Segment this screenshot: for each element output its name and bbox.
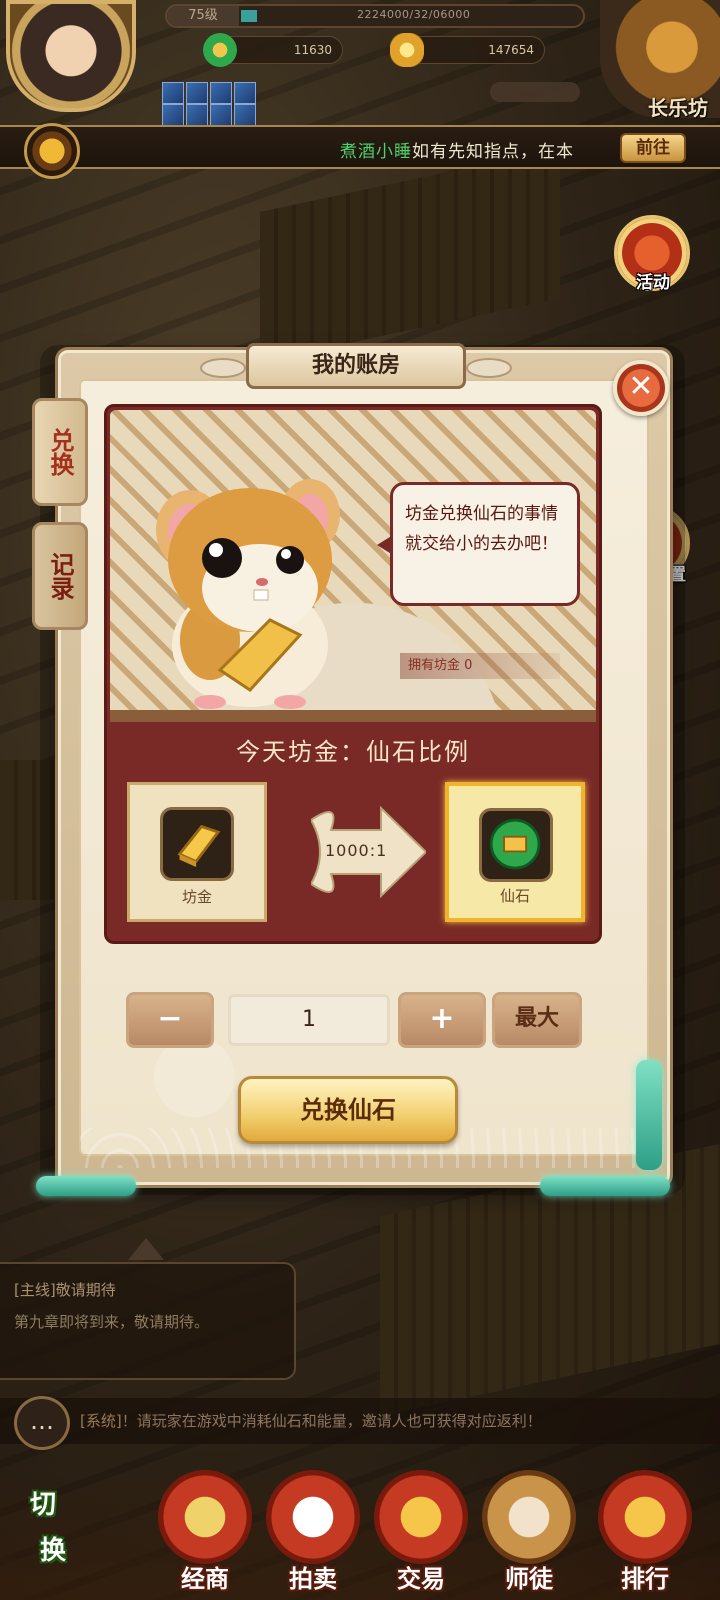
gold-bar-icon-graphic <box>177 824 221 867</box>
exp-fill <box>241 10 257 22</box>
switch-label-top: 切 <box>30 1490 57 1520</box>
broadcast-message: 煮酒小睡如有先知指点，在本 <box>340 137 574 162</box>
player-avatar[interactable] <box>6 0 136 112</box>
max-button[interactable]: 最大 <box>492 992 582 1048</box>
buff-icon <box>234 104 256 126</box>
nav-trade-business[interactable]: 经商 <box>150 1470 260 1596</box>
exchange-button[interactable]: 兑换仙石 <box>238 1076 458 1144</box>
increase-button[interactable]: + <box>398 992 486 1048</box>
horn-icon[interactable] <box>24 123 80 179</box>
buff-icon <box>162 104 184 126</box>
jade-amount: 11630 <box>293 43 332 57</box>
decrease-button[interactable]: − <box>126 992 214 1048</box>
city-name: 长乐坊 <box>648 96 708 120</box>
jade-decoration <box>636 1060 662 1170</box>
title-ornament-left <box>200 358 246 378</box>
buff-icon <box>210 82 232 104</box>
gold-amount: 147654 <box>488 43 534 57</box>
jade-coin-icon <box>479 808 553 882</box>
system-text: ！请玩家在游戏中消耗仙石和能量，邀请人也可获得对应返利！ <box>121 1412 542 1430</box>
banner-illustration: 坊金兑换仙石的事情就交给小的去办吧！ 拥有坊金 0 <box>110 410 596 722</box>
quest-caret <box>128 1238 164 1260</box>
gold-currency[interactable]: 147654 <box>390 33 545 67</box>
gold-ingot-icon <box>390 33 424 67</box>
activity-label: 活动 <box>636 273 670 293</box>
quest-panel[interactable]: [主线]敬请期待 第九章即将到来，敬请期待。 <box>0 1262 296 1380</box>
broadcast-text: 如有先知指点，在本 <box>412 142 574 162</box>
nav-label: 排行 <box>621 1565 669 1593</box>
close-icon: ✕ <box>628 369 654 404</box>
exchange-ratio: 1000:1 <box>325 841 388 860</box>
from-item-card[interactable]: 坊金 <box>127 782 267 922</box>
hud-pill <box>490 82 580 102</box>
nav-auction[interactable]: 拍卖 <box>258 1470 368 1596</box>
jade-decoration <box>36 1176 136 1196</box>
switch-button[interactable]: 切 换 <box>30 1482 90 1582</box>
banner-floor <box>110 710 596 722</box>
shop-icon <box>266 1470 360 1564</box>
gold-bar-icon <box>160 807 234 881</box>
nav-label: 经商 <box>181 1565 229 1593</box>
jade-currency[interactable]: 11630 <box>203 33 343 67</box>
exp-text: 2224000/32/06000 <box>357 8 471 21</box>
jade-coin-icon-graphic <box>489 818 541 870</box>
exp-bar: 75级 2224000/32/06000 <box>165 4 585 28</box>
quest-description: 第九章即将到来，敬请期待。 <box>14 1313 210 1331</box>
buff-icons[interactable] <box>162 104 256 126</box>
close-button[interactable]: ✕ <box>613 360 669 416</box>
buff-icon <box>210 104 232 126</box>
banner-icon <box>598 1470 692 1564</box>
buff-icon <box>234 82 256 104</box>
scroll-icon <box>158 1470 252 1564</box>
exchange-banner: 坊金兑换仙石的事情就交给小的去办吧！ 拥有坊金 0 今天坊金：仙石比例 坊金 1… <box>104 404 602 944</box>
nav-ranking[interactable]: 排行 <box>590 1470 700 1596</box>
nav-exchange[interactable]: 交易 <box>366 1470 476 1596</box>
system-tag: [系统] <box>80 1412 122 1430</box>
level-badge: 75级 <box>167 6 239 26</box>
broadcast-speaker: 煮酒小睡 <box>340 142 412 162</box>
speech-bubble: 坊金兑换仙石的事情就交给小的去办吧！ <box>377 482 580 606</box>
coin-icon <box>374 1470 468 1564</box>
nav-label: 拍卖 <box>289 1565 337 1593</box>
nav-mentor[interactable]: 师徒 <box>474 1470 584 1596</box>
buff-icon <box>186 82 208 104</box>
to-item-card[interactable]: 仙石 <box>445 782 585 922</box>
goto-button[interactable]: 前往 <box>620 133 686 163</box>
quest-title: [主线]敬请期待 <box>14 1281 116 1299</box>
jade-decoration <box>540 1176 670 1196</box>
system-message: [系统]！请玩家在游戏中消耗仙石和能量，邀请人也可获得对应返利！ <box>80 1410 542 1431</box>
buff-icon <box>186 104 208 126</box>
buff-icons[interactable] <box>162 82 256 104</box>
ratio-title: 今天坊金：仙石比例 <box>236 738 470 766</box>
dialog-title: 我的账房 <box>246 343 466 389</box>
jade-coin-icon <box>203 33 237 67</box>
tab-records[interactable]: 记录 <box>32 522 88 630</box>
to-item-name: 仙石 <box>499 887 530 905</box>
quantity-input[interactable]: 1 <box>228 994 390 1046</box>
hamster-mascot-icon <box>156 479 340 709</box>
chat-bubble-icon[interactable]: … <box>14 1396 70 1450</box>
switch-label-bottom: 换 <box>40 1536 67 1566</box>
nav-label: 交易 <box>397 1565 445 1593</box>
owned-gold-label: 拥有坊金 0 <box>400 653 560 679</box>
title-ornament-right <box>466 358 512 378</box>
elder-icon <box>482 1470 576 1564</box>
buff-icon <box>162 82 184 104</box>
tab-exchange[interactable]: 兑换 <box>32 398 88 506</box>
broadcast-bar: 煮酒小睡如有先知指点，在本 前往 <box>0 123 720 179</box>
nav-label: 师徒 <box>505 1565 553 1593</box>
from-item-name: 坊金 <box>181 888 212 906</box>
